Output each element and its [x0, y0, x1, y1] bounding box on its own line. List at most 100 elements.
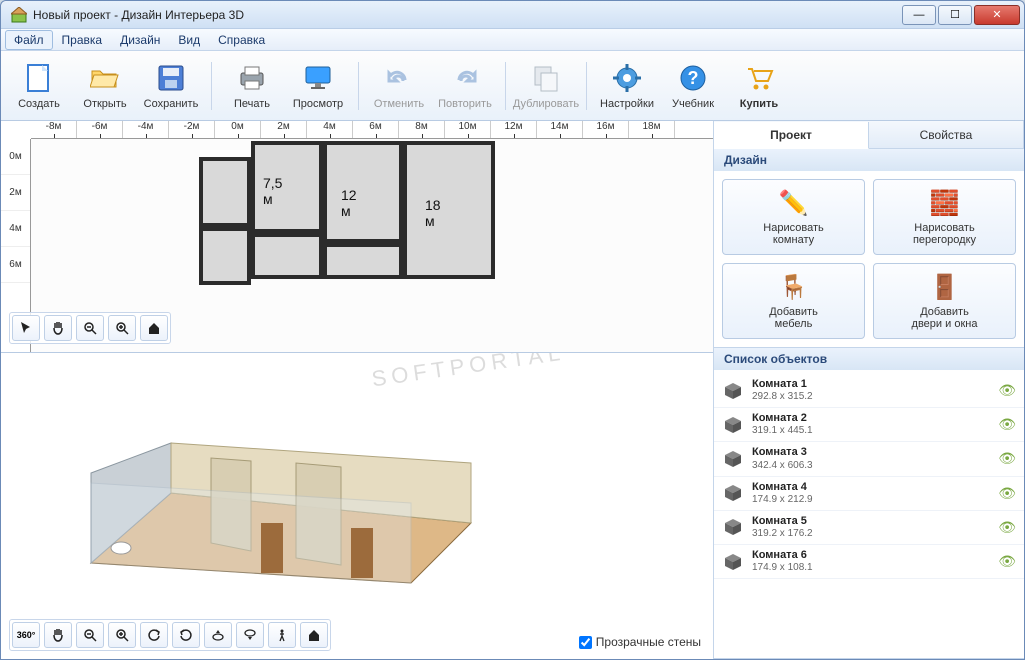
list-item[interactable]: Комната 1292.8 x 315.2👁 — [714, 374, 1024, 408]
floppy-disk-icon — [155, 62, 187, 94]
menu-design[interactable]: Дизайн — [111, 30, 169, 50]
visibility-icon[interactable]: 👁 — [998, 485, 1016, 502]
menu-edit[interactable]: Правка — [53, 30, 112, 50]
transparent-walls-checkbox[interactable]: Прозрачные стены — [579, 635, 701, 649]
menu-file[interactable]: Файл — [5, 30, 53, 50]
settings-button[interactable]: Настройки — [595, 54, 659, 118]
toolbar-separator — [586, 62, 587, 110]
draw-room-button[interactable]: ✏️ Нарисовать комнату — [722, 179, 865, 255]
horizontal-ruler: -8м-6м-4м-2м0м2м4м6м8м10м12м14м16м18м — [31, 121, 713, 139]
design-header: Дизайн — [714, 149, 1024, 171]
app-icon — [11, 7, 27, 23]
wall-icon: 🧱 — [930, 189, 960, 218]
cube-icon — [722, 516, 744, 538]
duplicate-button[interactable]: Дублировать — [514, 54, 578, 118]
3d-view[interactable]: SOFTPORTAL — [1, 353, 713, 659]
add-doors-button[interactable]: 🚪 Добавить двери и окна — [873, 263, 1016, 339]
printer-icon — [236, 62, 268, 94]
list-item[interactable]: Комната 3342.4 x 606.3👁 — [714, 442, 1024, 476]
visibility-icon[interactable]: 👁 — [998, 450, 1016, 467]
toolbar-separator — [211, 62, 212, 110]
side-tabs: Проект Свойства — [714, 121, 1024, 149]
folder-open-icon — [89, 62, 121, 94]
orbit-right-tool[interactable] — [172, 622, 200, 648]
redo-icon — [449, 62, 481, 94]
visibility-icon[interactable]: 👁 — [998, 519, 1016, 536]
monitor-icon — [302, 62, 334, 94]
svg-text:?: ? — [688, 68, 699, 88]
menu-view[interactable]: Вид — [169, 30, 209, 50]
list-item[interactable]: Комната 2319.1 x 445.1👁 — [714, 408, 1024, 442]
new-file-icon — [23, 62, 55, 94]
viewport: -8м-6м-4м-2м0м2м4м6м8м10м12м14м16м18м 0м… — [1, 121, 714, 659]
zoom-out-3d-tool[interactable] — [76, 622, 104, 648]
orbit-left-tool[interactable] — [140, 622, 168, 648]
undo-icon — [383, 62, 415, 94]
cube-icon — [722, 482, 744, 504]
redo-button[interactable]: Повторить — [433, 54, 497, 118]
cube-icon — [722, 380, 744, 402]
tutorial-button[interactable]: ? Учебник — [661, 54, 725, 118]
door-icon: 🚪 — [930, 273, 960, 302]
cube-icon — [722, 414, 744, 436]
object-list[interactable]: Комната 1292.8 x 315.2👁Комната 2319.1 x … — [714, 370, 1024, 658]
tab-properties[interactable]: Свойства — [869, 121, 1024, 148]
zoom-in-3d-tool[interactable] — [108, 622, 136, 648]
work-area: -8м-6м-4м-2м0м2м4м6м8м10м12м14м16м18м 0м… — [1, 121, 1024, 659]
visibility-icon[interactable]: 👁 — [998, 553, 1016, 570]
duplicate-icon — [530, 62, 562, 94]
list-item[interactable]: Комната 5319.2 x 176.2👁 — [714, 511, 1024, 545]
home-3d-tool[interactable] — [300, 622, 328, 648]
objects-section: Список объектов Комната 1292.8 x 315.2👁К… — [714, 348, 1024, 659]
buy-button[interactable]: Купить — [727, 54, 791, 118]
tilt-down-tool[interactable] — [236, 622, 264, 648]
undo-button[interactable]: Отменить — [367, 54, 431, 118]
preview-button[interactable]: Просмотр — [286, 54, 350, 118]
menu-bar: Файл Правка Дизайн Вид Справка — [1, 29, 1024, 51]
walk-tool[interactable] — [268, 622, 296, 648]
gear-icon — [611, 62, 643, 94]
3d-tools: 360° — [9, 619, 331, 651]
app-window: Новый проект - Дизайн Интерьера 3D ― ☐ ✕… — [0, 0, 1025, 660]
side-panel: Проект Свойства Дизайн ✏️ Нарисовать ком… — [714, 121, 1024, 659]
cart-icon — [743, 62, 775, 94]
title-bar: Новый проект - Дизайн Интерьера 3D ― ☐ ✕ — [1, 1, 1024, 29]
pan-tool[interactable] — [44, 315, 72, 341]
rotate-360-tool[interactable]: 360° — [12, 622, 40, 648]
pan-3d-tool[interactable] — [44, 622, 72, 648]
cube-icon — [722, 448, 744, 470]
2d-tools — [9, 312, 171, 344]
pointer-tool[interactable] — [12, 315, 40, 341]
zoom-out-tool[interactable] — [76, 315, 104, 341]
menu-help[interactable]: Справка — [209, 30, 274, 50]
pencil-icon: ✏️ — [779, 189, 809, 218]
save-button[interactable]: Сохранить — [139, 54, 203, 118]
objects-header: Список объектов — [714, 348, 1024, 370]
close-button[interactable]: ✕ — [974, 5, 1020, 25]
open-button[interactable]: Открыть — [73, 54, 137, 118]
create-button[interactable]: Создать — [7, 54, 71, 118]
add-furniture-button[interactable]: 🪑 Добавить мебель — [722, 263, 865, 339]
draw-partition-button[interactable]: 🧱 Нарисовать перегородку — [873, 179, 1016, 255]
visibility-icon[interactable]: 👁 — [998, 416, 1016, 433]
window-title: Новый проект - Дизайн Интерьера 3D — [33, 8, 900, 22]
cube-icon — [722, 551, 744, 573]
zoom-in-tool[interactable] — [108, 315, 136, 341]
visibility-icon[interactable]: 👁 — [998, 382, 1016, 399]
tilt-up-tool[interactable] — [204, 622, 232, 648]
3d-scene — [51, 383, 511, 613]
list-item[interactable]: Комната 6174.9 x 108.1👁 — [714, 545, 1024, 579]
maximize-button[interactable]: ☐ — [938, 5, 972, 25]
2d-view[interactable]: -8м-6м-4м-2м0м2м4м6м8м10м12м14м16м18м 0м… — [1, 121, 713, 353]
toolbar-separator — [358, 62, 359, 110]
design-section: Дизайн ✏️ Нарисовать комнату 🧱 Нарисоват… — [714, 149, 1024, 348]
minimize-button[interactable]: ― — [902, 5, 936, 25]
main-toolbar: Создать Открыть Сохранить Печать Просмот… — [1, 51, 1024, 121]
print-button[interactable]: Печать — [220, 54, 284, 118]
help-icon: ? — [677, 62, 709, 94]
toolbar-separator — [505, 62, 506, 110]
home-tool[interactable] — [140, 315, 168, 341]
transparent-walls-input[interactable] — [579, 636, 592, 649]
list-item[interactable]: Комната 4174.9 x 212.9👁 — [714, 477, 1024, 511]
tab-project[interactable]: Проект — [714, 122, 869, 149]
